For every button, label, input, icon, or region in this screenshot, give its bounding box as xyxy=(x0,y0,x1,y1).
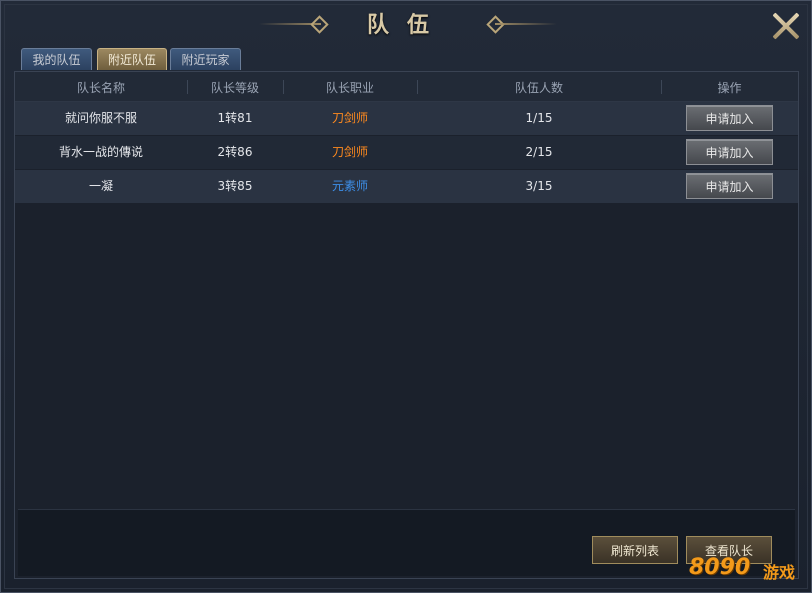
apply-join-button[interactable]: 申请加入 xyxy=(686,173,773,199)
apply-join-button[interactable]: 申请加入 xyxy=(686,139,773,165)
team-members: 1/15 xyxy=(525,111,553,125)
table-row: 背水一战的傳说 2转86 刀剑师 2/15 申请加入 xyxy=(15,136,798,169)
team-members: 3/15 xyxy=(525,179,553,193)
leader-level: 2转86 xyxy=(217,145,253,159)
window-title: 队伍 xyxy=(366,13,447,38)
apply-join-button[interactable]: 申请加入 xyxy=(686,105,773,131)
leader-name: 一凝 xyxy=(88,179,113,193)
header-leader-name: 队长名称 xyxy=(76,81,125,95)
leader-class: 元素师 xyxy=(331,179,368,193)
watermark-number: 8090 xyxy=(689,555,751,580)
watermark-suffix: 游戏 xyxy=(763,563,796,582)
action-footer: 刷新列表 查看队长 xyxy=(18,509,795,576)
header-leader-class: 队长职业 xyxy=(325,81,374,95)
table-row: 就问你服不服 1转81 刀剑师 1/15 申请加入 xyxy=(15,102,798,135)
leader-name: 背水一战的傳说 xyxy=(58,145,143,159)
header-team-members: 队伍人数 xyxy=(514,81,563,95)
leader-class: 刀剑师 xyxy=(331,111,368,125)
team-list-panel: 队长名称 队长等级 队长职业 队伍人数 操作 就问你服不服 1转81 刀剑师 1… xyxy=(14,71,799,579)
watermark-logo: 8090 游戏 xyxy=(689,539,807,589)
close-icon[interactable] xyxy=(769,9,803,43)
leader-class: 刀剑师 xyxy=(331,145,368,159)
leader-level: 1转81 xyxy=(217,111,253,125)
team-members: 2/15 xyxy=(525,145,553,159)
leader-level: 3转85 xyxy=(217,179,253,193)
table-row: 一凝 3转85 元素师 3/15 申请加入 xyxy=(15,170,798,203)
table-header: 队长名称 队长等级 队长职业 队伍人数 操作 xyxy=(15,72,798,102)
title-ornament-right xyxy=(495,23,557,25)
team-window: 队伍 我的队伍 附近队伍 附近玩家 队长名称 队长等级 队长职业 队伍人数 操作… xyxy=(0,0,812,593)
tab-my-team[interactable]: 我的队伍 xyxy=(21,48,92,70)
refresh-list-button[interactable]: 刷新列表 xyxy=(592,536,678,564)
header-leader-level: 队长等级 xyxy=(210,81,259,95)
tab-nearby-teams[interactable]: 附近队伍 xyxy=(97,48,167,70)
tab-nearby-players[interactable]: 附近玩家 xyxy=(170,48,241,70)
leader-name: 就问你服不服 xyxy=(64,111,137,125)
header-action: 操作 xyxy=(717,81,742,95)
